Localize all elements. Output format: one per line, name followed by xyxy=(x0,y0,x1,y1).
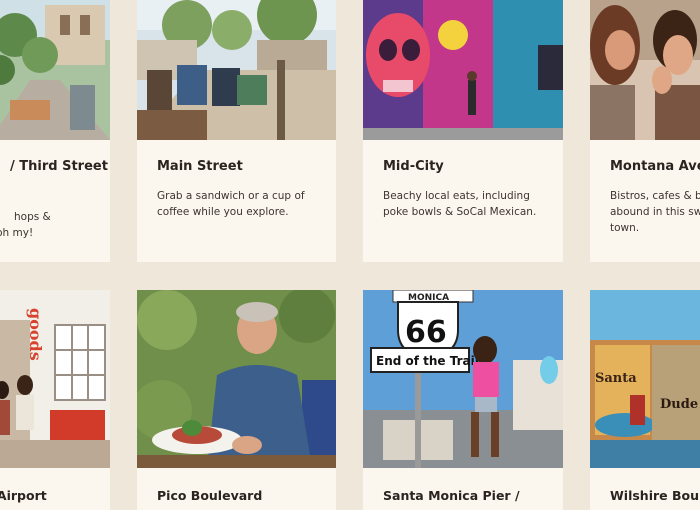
card-photo-storefront: goods xyxy=(0,290,110,468)
card-title: / Third Street xyxy=(10,159,108,174)
card-description-line1: Grab a sandwich or a cup of xyxy=(157,190,305,202)
card-photo-surf-mural: Santa Dude xyxy=(590,290,700,468)
neighborhood-card-santa-monica-pier[interactable]: MONICA 66 End of the Trail Santa Monica … xyxy=(363,290,563,510)
card-description-line1: Bistros, cafes & ba xyxy=(610,190,700,202)
neighborhood-card-main-street[interactable]: Main Street Grab a sandwich or a cup of … xyxy=(137,0,336,262)
card-title: Main Street xyxy=(157,159,243,174)
card-photo-mural xyxy=(363,0,563,140)
neighborhood-card-pico-boulevard[interactable]: Pico Boulevard xyxy=(137,290,336,510)
card-description-line1: hops & xyxy=(14,211,51,223)
sign-number-text: 66 xyxy=(405,315,447,350)
mural-text-2: Dude xyxy=(660,397,698,412)
neighborhood-card-third-street[interactable]: / Third Street e hops & t-oh my! xyxy=(0,0,110,262)
neighborhood-card-montana-avenue[interactable]: Montana Avenu Bistros, cafes & ba abound… xyxy=(590,0,700,262)
card-title: Montana Avenu xyxy=(610,159,700,174)
card-title: Pico Boulevard xyxy=(157,488,263,503)
card-title: Santa Monica Pier / xyxy=(383,488,520,503)
card-description-line2: t-oh my! xyxy=(0,227,34,239)
card-title: / Airport xyxy=(0,488,47,503)
card-title: Wilshire Bouleva xyxy=(610,488,700,503)
neighborhood-card-wilshire-boulevard[interactable]: Santa Dude Wilshire Bouleva xyxy=(590,290,700,510)
card-photo-route-66: MONICA 66 End of the Trail xyxy=(363,290,563,468)
card-photo-street xyxy=(0,0,110,140)
storefront-sign-text: goods xyxy=(26,308,45,361)
card-photo-chef xyxy=(137,290,336,468)
card-description-line3: town. xyxy=(610,222,640,234)
card-photo-friends xyxy=(590,0,700,140)
card-photo-main-street xyxy=(137,0,336,140)
card-description-line2: coffee while you explore. xyxy=(157,206,289,218)
neighborhood-card-airport[interactable]: goods / Airport xyxy=(0,290,110,510)
card-description-line2: poke bowls & SoCal Mexican. xyxy=(383,206,537,218)
neighborhood-card-mid-city[interactable]: Mid-City Beachy local eats, including po… xyxy=(363,0,563,262)
card-description-line1: Beachy local eats, including xyxy=(383,190,530,202)
card-description-line2: abound in this swe xyxy=(610,206,700,218)
card-title: Mid-City xyxy=(383,159,444,174)
mural-text-1: Santa xyxy=(595,371,637,386)
sign-bottom-text: End of the Trail xyxy=(376,354,479,368)
